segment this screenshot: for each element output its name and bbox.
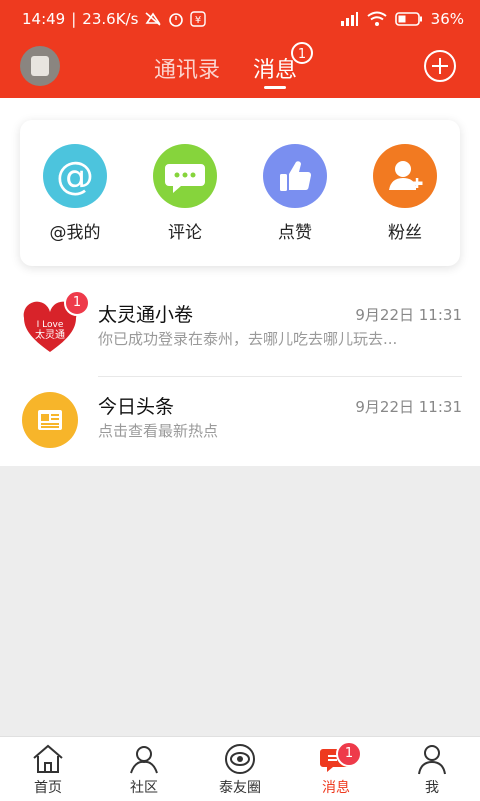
comment-icon (153, 144, 217, 208)
list-item-toutiao[interactable]: 今日头条 点击查看最新热点 9月22日 11:31 (0, 378, 480, 462)
quick-action-label: @我的 (49, 223, 101, 243)
tab-contacts[interactable]: 通讯录 (154, 52, 220, 84)
tab-label: 我 (425, 780, 439, 796)
message-title: 太灵通小卷 (98, 304, 194, 326)
svg-text:@: @ (56, 154, 94, 198)
message-page: @ @我的 评论 点赞 粉丝 I Love 太灵通 1 太灵通小卷 你已成功登录… (0, 98, 480, 466)
person-icon (418, 745, 446, 775)
add-fan-icon (373, 144, 437, 208)
wifi-icon (367, 11, 387, 26)
tab-label: 消息 (322, 780, 350, 796)
status-bar: 14:49 | 23.6K/s ¥ 36% (0, 0, 480, 40)
thumbs-up-icon (263, 144, 327, 208)
tab-label: 社区 (130, 780, 158, 796)
home-icon (33, 744, 63, 773)
quick-action-comments[interactable]: 评论 (140, 144, 230, 243)
unread-badge: 1 (336, 741, 362, 767)
message-time: 9月22日 11:31 (355, 398, 462, 416)
svg-text:¥: ¥ (195, 15, 201, 26)
newspaper-icon (22, 392, 78, 448)
unread-badge: 1 (64, 290, 90, 316)
quick-action-fans[interactable]: 粉丝 (360, 144, 450, 243)
messages-tab-badge: 1 (291, 42, 313, 64)
alarm-icon (169, 13, 184, 27)
quick-action-label: 评论 (168, 223, 202, 243)
quick-action-likes[interactable]: 点赞 (250, 144, 340, 243)
quick-action-label: 粉丝 (388, 223, 422, 243)
battery-percent: 36% (430, 10, 464, 28)
app-notification-icon: ¥ (190, 11, 207, 27)
quick-actions-card: @ @我的 评论 点赞 粉丝 (20, 120, 460, 266)
at-icon: @ (43, 144, 107, 208)
signal-icon (340, 12, 358, 26)
status-time: 14:49 (22, 10, 66, 28)
list-item-tailingtong[interactable]: I Love 太灵通 1 太灵通小卷 你已成功登录在泰州，去哪儿吃去哪儿玩去..… (0, 286, 480, 370)
bottom-tab-bar: 首页 社区 泰友圈 1 消息 我 (0, 736, 480, 801)
community-icon (130, 746, 158, 774)
tab-me[interactable]: 我 (392, 743, 472, 797)
active-tab-indicator (264, 86, 286, 89)
tab-label: 泰友圈 (219, 780, 261, 796)
top-header: 通讯录 消息 1 (0, 40, 480, 98)
message-subtitle: 你已成功登录在泰州，去哪儿吃去哪儿玩去... (98, 330, 398, 348)
user-avatar[interactable] (20, 46, 60, 86)
divider (98, 376, 462, 377)
svg-text:太灵通: 太灵通 (35, 328, 65, 341)
add-button[interactable] (424, 50, 456, 82)
battery-icon (394, 12, 422, 26)
message-time: 9月22日 11:31 (355, 306, 462, 324)
svg-text:I Love: I Love (37, 320, 64, 330)
circle-eye-icon (225, 744, 255, 774)
tab-home[interactable]: 首页 (8, 743, 88, 797)
tab-messages[interactable]: 消息 (253, 52, 297, 84)
tab-friends-circle[interactable]: 泰友圈 (200, 743, 280, 797)
quick-action-mentions[interactable]: @ @我的 (30, 144, 120, 243)
status-speed: 23.6K/s (82, 10, 139, 28)
tab-messages-bottom[interactable]: 1 消息 (296, 741, 376, 797)
tab-label: 首页 (34, 780, 62, 796)
quick-action-label: 点赞 (278, 223, 312, 243)
message-title: 今日头条 (98, 396, 175, 418)
mute-icon (145, 12, 161, 26)
tab-community[interactable]: 社区 (104, 743, 184, 797)
message-subtitle: 点击查看最新热点 (98, 422, 219, 440)
